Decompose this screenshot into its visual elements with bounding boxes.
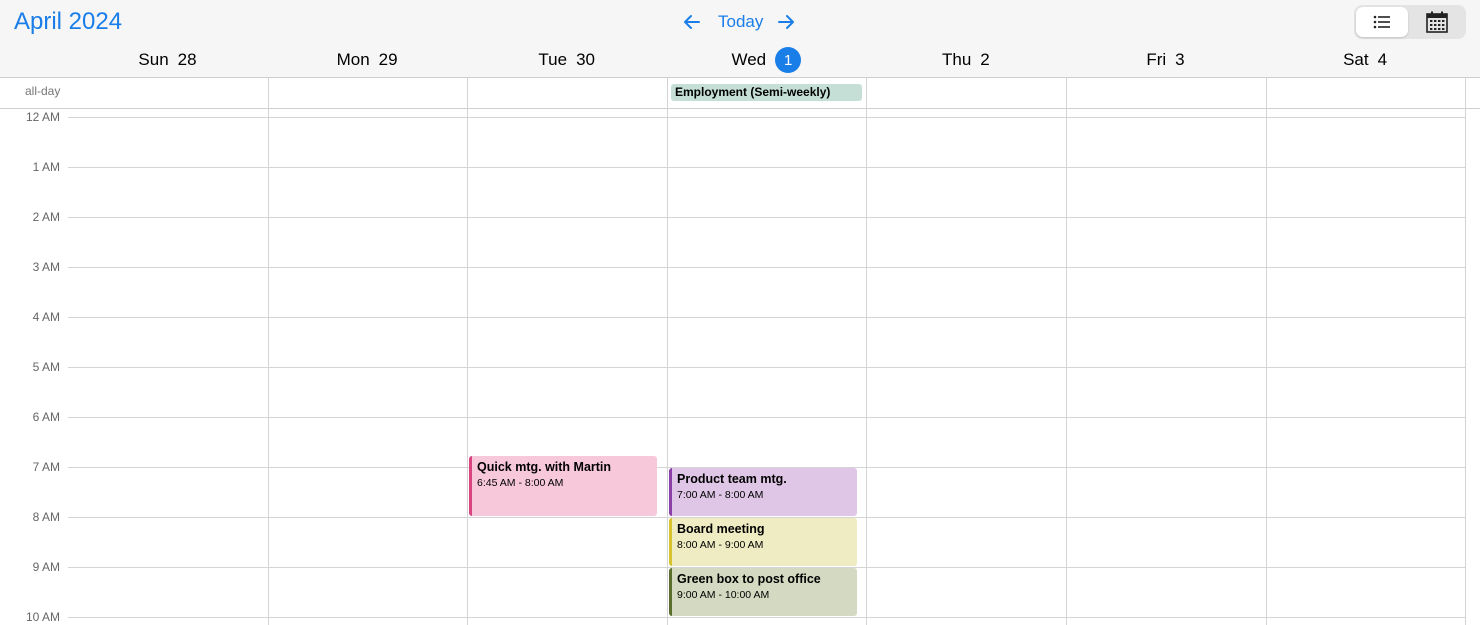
event-time: 6:45 AM - 8:00 AM [477, 476, 564, 489]
list-icon [1373, 15, 1390, 29]
time-label: 9 AM [32, 560, 60, 574]
calendar-header: April 2024 Today Sun 28 Mon 29 Tue 30 We… [0, 0, 1480, 78]
week-navigation: Today [680, 10, 800, 34]
day-header-mon[interactable]: Mon 29 [268, 49, 467, 71]
hour-line [68, 417, 1465, 418]
calendar-grid-icon [1426, 11, 1448, 33]
day-number: 3 [1175, 50, 1185, 69]
hour-line [68, 267, 1465, 268]
all-day-event[interactable]: Employment (Semi-weekly) [671, 84, 862, 101]
calendar-event[interactable]: Product team mtg. 7:00 AM - 8:00 AM [669, 468, 857, 516]
arrow-left-icon [684, 15, 700, 29]
scrollbar-edge [1465, 78, 1466, 625]
day-name: Thu [942, 50, 972, 69]
time-label: 5 AM [32, 360, 60, 374]
month-title: April 2024 [14, 8, 123, 35]
time-label: 1 AM [32, 160, 60, 174]
day-name: Mon [336, 50, 370, 69]
hour-line [68, 217, 1465, 218]
time-label: 12 AM [25, 110, 60, 124]
all-day-row: all-day Employment (Semi-weekly) [0, 78, 1480, 109]
time-label: 2 AM [32, 210, 60, 224]
event-time: 9:00 AM - 10:00 AM [677, 589, 770, 601]
event-title: Quick mtg. with Martin [477, 459, 612, 474]
next-week-button[interactable] [774, 10, 798, 34]
view-toggle [1354, 5, 1466, 39]
calendar-view-button[interactable] [1411, 7, 1463, 37]
day-name: Tue [538, 50, 568, 69]
hour-line [68, 617, 1465, 618]
event-time: 8:00 AM - 9:00 AM [677, 539, 764, 551]
day-header-sat[interactable]: Sat 4 [1266, 49, 1465, 71]
column-divider [1066, 78, 1067, 109]
column-divider [1266, 78, 1267, 109]
time-label: 10 AM [25, 610, 60, 624]
all-day-label: all-day [25, 84, 61, 98]
hour-line [68, 317, 1465, 318]
day-name: Sat [1343, 50, 1369, 69]
today-date-badge: 1 [775, 47, 802, 73]
time-label: 6 AM [32, 410, 60, 424]
previous-week-button[interactable] [680, 10, 704, 34]
column-divider [268, 78, 269, 109]
day-number: 2 [980, 50, 990, 69]
list-view-button[interactable] [1356, 7, 1408, 37]
calendar-event[interactable]: Board meeting 8:00 AM - 9:00 AM [669, 518, 857, 566]
day-number: 28 [177, 50, 197, 69]
day-header-thu[interactable]: Thu 2 [866, 49, 1065, 71]
event-title: Green box to post office [677, 572, 821, 586]
day-header-wed[interactable]: Wed 1 [667, 47, 866, 73]
arrow-right-icon [778, 15, 794, 29]
day-header-tue[interactable]: Tue 30 [467, 49, 666, 71]
column-divider [667, 78, 668, 109]
today-button[interactable]: Today [718, 12, 763, 32]
day-name: Fri [1146, 50, 1167, 69]
day-name: Sun [138, 50, 169, 69]
time-label: 4 AM [32, 310, 60, 324]
day-name: Wed [731, 50, 767, 69]
day-number: 30 [576, 50, 595, 69]
time-grid: 12 AM 1 AM 2 AM 3 AM 4 AM 5 AM 6 AM 7 AM 8 AM 9 A… [0, 109, 1480, 625]
time-label: 7 AM [32, 460, 60, 474]
calendar-event[interactable]: Green box to post office 9:00 AM - 10:00 … [669, 568, 857, 616]
day-number: 4 [1377, 50, 1388, 69]
calendar-event[interactable]: Quick mtg. with Martin 6:45 AM - 8:00 AM [469, 455, 657, 516]
event-time: 7:00 AM - 8:00 AM [677, 489, 764, 501]
column-divider [467, 78, 468, 109]
time-label: 8 AM [32, 510, 60, 524]
hour-line [68, 167, 1465, 168]
hour-line [68, 117, 1465, 118]
event-title: Board meeting [677, 522, 765, 536]
time-label: 3 AM [32, 260, 60, 274]
day-number: 29 [378, 50, 398, 69]
hour-line [68, 367, 1465, 368]
day-header-sun[interactable]: Sun 28 [68, 49, 267, 71]
column-divider [866, 78, 867, 109]
event-title: Product team mtg. [677, 472, 787, 486]
day-header-fri[interactable]: Fri 3 [1066, 49, 1265, 71]
